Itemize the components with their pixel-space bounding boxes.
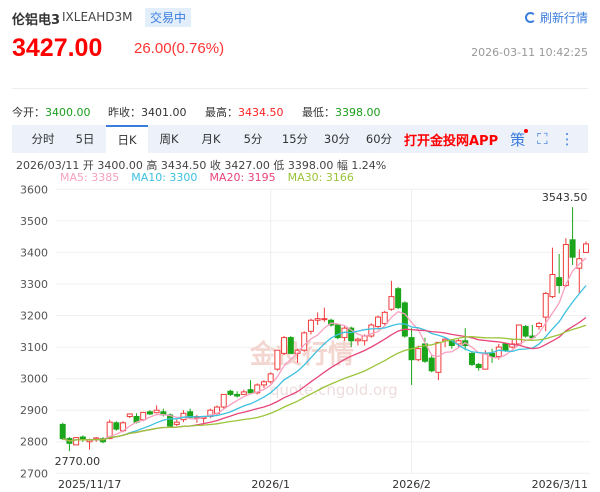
period-tabs: 分时 5日 日K 周K 月K 5分 15分 30分 60分 打开金投网APP 策… bbox=[12, 125, 588, 153]
watermark-url: quote.cngold.org bbox=[270, 381, 398, 399]
refresh-button[interactable]: 刷新行情 bbox=[524, 9, 588, 26]
candle-body bbox=[234, 393, 241, 397]
candle-body bbox=[401, 302, 408, 337]
stat-value: 3401.00 bbox=[141, 106, 187, 119]
candle-body bbox=[556, 277, 563, 287]
y-tick-label: 2700 bbox=[20, 467, 48, 480]
y-tick-label: 3600 bbox=[20, 183, 48, 196]
tab-weekly-k[interactable]: 周K bbox=[148, 125, 190, 153]
candle-body bbox=[375, 316, 382, 328]
candle-body bbox=[140, 411, 147, 421]
candle-body bbox=[428, 357, 435, 372]
candle-body bbox=[314, 318, 321, 321]
candle-body bbox=[126, 413, 133, 417]
stat-label: 今开： bbox=[12, 106, 45, 119]
candle-body bbox=[113, 422, 120, 430]
candle-body bbox=[321, 318, 328, 321]
tab-15min[interactable]: 15分 bbox=[274, 125, 316, 153]
candle-body bbox=[475, 363, 482, 369]
open-app-link[interactable]: 打开金投网APP bbox=[404, 130, 498, 149]
stat-value: 3398.00 bbox=[335, 106, 381, 119]
candle-body bbox=[549, 274, 556, 298]
instrument-name: 伦铝电3 bbox=[12, 13, 61, 28]
tab-monthly-k[interactable]: 月K bbox=[190, 125, 232, 153]
candle-body bbox=[287, 337, 294, 354]
tab-60min[interactable]: 60分 bbox=[358, 125, 400, 153]
strategy-icon[interactable]: 策 bbox=[510, 128, 529, 150]
candlestick-chart[interactable]: 2700 2800 2900 3000 3100 3200 3300 3400 3500 3600… bbox=[0, 180, 600, 492]
extreme-label: 2770.00 bbox=[55, 455, 101, 468]
candle-body bbox=[468, 352, 475, 365]
y-tick-label: 3200 bbox=[20, 310, 48, 323]
refresh-label: 刷新行情 bbox=[539, 11, 588, 25]
y-tick-label: 3000 bbox=[20, 373, 48, 386]
candle-body bbox=[79, 436, 86, 440]
stat-prev-close: 昨收：3401.00 bbox=[108, 104, 187, 120]
x-tick-label: 2026/1 bbox=[251, 478, 290, 491]
candle-body bbox=[395, 288, 402, 309]
stat-value: 3434.50 bbox=[238, 106, 284, 119]
tab-5min[interactable]: 5分 bbox=[232, 125, 274, 153]
candle-body bbox=[435, 341, 442, 373]
candle-body bbox=[220, 393, 227, 408]
candle-body bbox=[381, 311, 388, 324]
stat-high: 最高：3434.50 bbox=[205, 104, 284, 120]
candle-body bbox=[260, 381, 267, 386]
candle-body bbox=[388, 296, 395, 310]
tab-daily-k[interactable]: 日K bbox=[106, 125, 148, 153]
candle-body bbox=[502, 343, 509, 351]
extreme-label: 3543.50 bbox=[542, 191, 588, 204]
stat-label: 昨收： bbox=[108, 106, 141, 119]
stat-open: 今开：3400.00 bbox=[12, 104, 91, 120]
candle-body bbox=[240, 391, 247, 395]
tab-intraday[interactable]: 分时 bbox=[22, 125, 64, 153]
candle-body bbox=[73, 437, 80, 446]
candle-body bbox=[153, 409, 160, 414]
candle-body bbox=[495, 346, 502, 358]
y-tick-label: 2900 bbox=[20, 404, 48, 417]
stat-label: 最高： bbox=[205, 106, 238, 119]
candle-body bbox=[354, 338, 361, 342]
x-tick-label: 2026/2 bbox=[392, 478, 431, 491]
candle-body bbox=[562, 244, 569, 287]
y-tick-label: 2800 bbox=[20, 436, 48, 449]
ma20-line bbox=[62, 316, 587, 442]
tab-30min[interactable]: 30分 bbox=[316, 125, 358, 153]
x-tick-label: 2025/11/17 bbox=[58, 478, 121, 491]
candle-body bbox=[59, 423, 66, 440]
fullscreen-icon[interactable]: ⛶ bbox=[537, 130, 548, 148]
candle-body bbox=[146, 411, 153, 415]
candle-body bbox=[247, 389, 254, 394]
candle-body bbox=[522, 326, 529, 337]
candle-body bbox=[274, 349, 281, 370]
y-tick-label: 3100 bbox=[20, 341, 48, 354]
candle-body bbox=[569, 239, 576, 258]
status-badge: 交易中 bbox=[145, 8, 192, 27]
timestamp: 2026-03-11 10:42:25 bbox=[471, 46, 588, 59]
tab-5day[interactable]: 5日 bbox=[64, 125, 106, 153]
stat-value: 3400.00 bbox=[45, 106, 91, 119]
candle-body bbox=[267, 373, 274, 383]
y-tick-label: 3300 bbox=[20, 278, 48, 291]
x-tick-label: 2026/3/11 bbox=[532, 478, 588, 491]
candle-body bbox=[281, 337, 288, 354]
price-change: 26.00(0.76%) bbox=[134, 40, 225, 57]
current-price: 3427.00 bbox=[12, 34, 103, 62]
more-icon[interactable]: ⋮ bbox=[560, 130, 575, 148]
refresh-icon bbox=[524, 12, 536, 23]
candle-body bbox=[536, 322, 543, 328]
candle-body bbox=[415, 348, 422, 361]
candle-body bbox=[542, 292, 549, 318]
stat-label: 最低： bbox=[302, 106, 335, 119]
stat-low: 最低：3398.00 bbox=[302, 104, 381, 120]
instrument-code: IXLEAHD3M bbox=[62, 10, 133, 24]
candle-body bbox=[515, 324, 522, 345]
y-tick-label: 3400 bbox=[20, 246, 48, 259]
candle-body bbox=[307, 319, 314, 332]
candle-body bbox=[173, 421, 180, 425]
y-tick-label: 3500 bbox=[20, 215, 48, 228]
candle-body bbox=[583, 243, 589, 253]
divider bbox=[12, 88, 588, 89]
candle-body bbox=[227, 390, 234, 395]
